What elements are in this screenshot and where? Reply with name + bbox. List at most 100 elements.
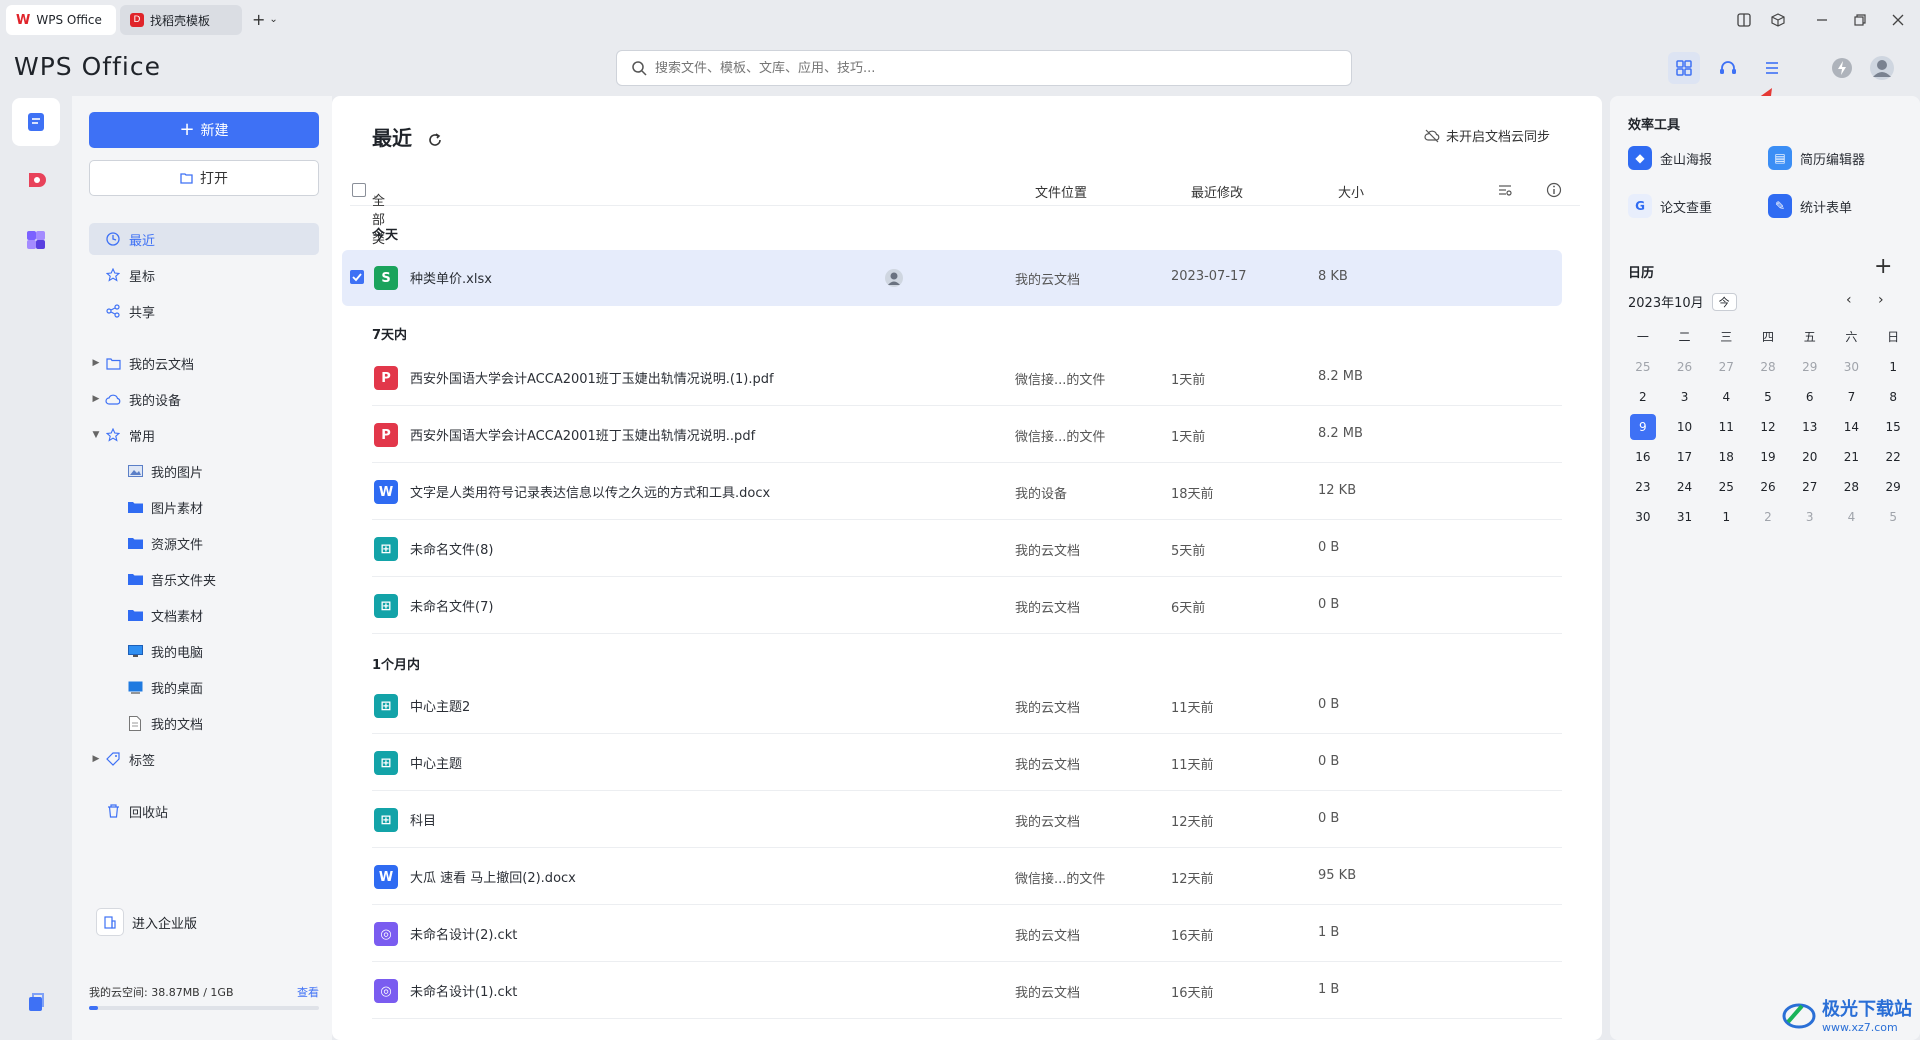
calendar-day[interactable]: 14: [1831, 412, 1873, 442]
calendar-day[interactable]: 17: [1664, 442, 1706, 472]
calendar-day[interactable]: 2: [1622, 382, 1664, 412]
tab-wps-office[interactable]: W WPS Office: [6, 5, 116, 35]
file-row[interactable]: W 文字是人类用符号记录表达信息以传之久远的方式和工具.docx 我的设备 18…: [342, 464, 1562, 520]
calendar-day[interactable]: 5: [1747, 382, 1789, 412]
calendar-day[interactable]: 29: [1789, 352, 1831, 382]
calendar-day[interactable]: 26: [1664, 352, 1706, 382]
file-row[interactable]: ⊞ 中心主题2 我的云文档 11天前 0 B: [342, 678, 1562, 734]
file-row[interactable]: P 西安外国语大学会计ACCA2001班丁玉婕出轨情况说明..pdf 微信接..…: [342, 407, 1562, 463]
rail-docer-button[interactable]: [12, 156, 60, 204]
column-location[interactable]: 文件位置: [1035, 182, 1087, 201]
rail-documents-button[interactable]: [12, 98, 60, 146]
nav-item-doc-assets[interactable]: 文档素材: [89, 599, 319, 631]
file-row[interactable]: ⊞ 中心主题 我的云文档 11天前 0 B: [342, 735, 1562, 791]
caret-right-icon[interactable]: ▶: [89, 394, 103, 404]
calendar-day[interactable]: 24: [1664, 472, 1706, 502]
calendar-day[interactable]: 7: [1831, 382, 1873, 412]
cube-icon[interactable]: [1768, 10, 1788, 30]
headset-button[interactable]: [1712, 52, 1744, 84]
nav-item-my-devices[interactable]: ▶ 我的设备: [89, 383, 319, 415]
nav-item-music-folder[interactable]: 音乐文件夹: [89, 563, 319, 595]
calendar-day[interactable]: 15: [1872, 412, 1914, 442]
file-row[interactable]: ◎ 未命名设计(2).ckt 我的云文档 16天前 1 B: [342, 906, 1562, 962]
nav-item-shared[interactable]: 共享: [89, 295, 319, 327]
nav-item-recent[interactable]: 最近: [89, 223, 319, 255]
calendar-day[interactable]: 25: [1705, 472, 1747, 502]
nav-item-resource-files[interactable]: 资源文件: [89, 527, 319, 559]
avatar[interactable]: [1866, 52, 1898, 84]
nav-item-my-pictures[interactable]: 我的图片: [89, 455, 319, 487]
tool-poster[interactable]: ◆ 金山海报: [1628, 146, 1712, 170]
nav-item-my-documents[interactable]: 我的文档: [89, 707, 319, 739]
menu-button[interactable]: [1756, 52, 1788, 84]
calendar-day[interactable]: 28: [1747, 352, 1789, 382]
chevron-left-icon[interactable]: ‹: [1846, 292, 1852, 308]
cloud-sync-status[interactable]: 未开启文档云同步: [1424, 126, 1550, 145]
file-row[interactable]: ⊞ 未命名文件(7) 我的云文档 6天前 0 B: [342, 578, 1562, 634]
file-row[interactable]: P 西安外国语大学会计ACCA2001班丁玉婕出轨情况说明.(1).pdf 微信…: [342, 350, 1562, 406]
calendar-day[interactable]: 3: [1789, 502, 1831, 532]
info-icon[interactable]: [1546, 182, 1562, 198]
calendar-day[interactable]: 30: [1831, 352, 1873, 382]
tool-stat-form[interactable]: ✎ 统计表单: [1768, 194, 1852, 218]
calendar-day[interactable]: 11: [1705, 412, 1747, 442]
add-event-icon[interactable]: +: [1874, 256, 1892, 278]
calendar-day[interactable]: 23: [1622, 472, 1664, 502]
caret-down-icon[interactable]: ▼: [89, 430, 103, 440]
calendar-day[interactable]: 1: [1705, 502, 1747, 532]
nav-item-image-assets[interactable]: 图片素材: [89, 491, 319, 523]
calendar-day[interactable]: 27: [1789, 472, 1831, 502]
restore-icon[interactable]: [1850, 10, 1870, 30]
calendar-day[interactable]: 9: [1629, 414, 1656, 440]
calendar-day[interactable]: 1: [1872, 352, 1914, 382]
tool-plagiarism-check[interactable]: G 论文查重: [1628, 194, 1712, 218]
calendar-day[interactable]: 10: [1664, 412, 1706, 442]
calendar-day[interactable]: 4: [1705, 382, 1747, 412]
enterprise-button[interactable]: 进入企业版: [96, 908, 197, 936]
calendar-day[interactable]: 6: [1789, 382, 1831, 412]
rail-bottom-button[interactable]: [12, 978, 60, 1026]
tool-resume[interactable]: ▤ 简历编辑器: [1768, 146, 1865, 170]
close-icon[interactable]: [1888, 10, 1908, 30]
calendar-day[interactable]: 31: [1664, 502, 1706, 532]
calendar-day[interactable]: 16: [1622, 442, 1664, 472]
nav-item-frequent[interactable]: ▼ 常用: [89, 419, 319, 451]
file-row[interactable]: S 种类单价.xlsx 我的云文档 2023-07-17 8 KB: [342, 250, 1562, 306]
calendar-day[interactable]: 30: [1622, 502, 1664, 532]
file-row[interactable]: ⊞ 科目 我的云文档 12天前 0 B: [342, 792, 1562, 848]
today-button[interactable]: 今: [1711, 292, 1737, 311]
file-row[interactable]: ◎ 未命名设计(1).ckt 我的云文档 16天前 1 B: [342, 963, 1562, 1019]
membership-button[interactable]: [1826, 52, 1858, 84]
calendar-day[interactable]: 4: [1831, 502, 1873, 532]
calendar-day[interactable]: 5: [1872, 502, 1914, 532]
calendar-day[interactable]: 28: [1831, 472, 1873, 502]
file-row[interactable]: W 大瓜 速看 马上撤回(2).docx 微信接...的文件 12天前 95 K…: [342, 849, 1562, 905]
grid-view-button[interactable]: [1668, 52, 1700, 84]
search-input[interactable]: [655, 60, 1351, 76]
caret-right-icon[interactable]: ▶: [89, 358, 103, 368]
chevron-right-icon[interactable]: ›: [1878, 292, 1884, 308]
sort-settings-icon[interactable]: [1498, 184, 1512, 196]
refresh-icon[interactable]: [427, 132, 443, 148]
calendar-day[interactable]: 27: [1705, 352, 1747, 382]
sidebar-toggle-icon[interactable]: [1734, 10, 1754, 30]
select-all-checkbox[interactable]: [352, 183, 366, 197]
calendar-day[interactable]: 2: [1747, 502, 1789, 532]
nav-item-my-computer[interactable]: 我的电脑: [89, 635, 319, 667]
file-row[interactable]: ⊞ 未命名文件(8) 我的云文档 5天前 0 B: [342, 521, 1562, 577]
tab-template[interactable]: D 找稻壳模板: [120, 5, 242, 35]
search-box[interactable]: [616, 50, 1352, 86]
calendar-day[interactable]: 13: [1789, 412, 1831, 442]
quota-view-link[interactable]: 查看: [297, 984, 319, 1000]
calendar-day[interactable]: 3: [1664, 382, 1706, 412]
nav-item-recycle-bin[interactable]: 回收站: [89, 795, 319, 827]
calendar-day[interactable]: 29: [1872, 472, 1914, 502]
calendar-day[interactable]: 25: [1622, 352, 1664, 382]
minimize-icon[interactable]: [1812, 10, 1832, 30]
new-button[interactable]: + 新建: [89, 112, 319, 148]
rail-apps-button[interactable]: [12, 216, 60, 264]
calendar-day[interactable]: 18: [1705, 442, 1747, 472]
caret-right-icon[interactable]: ▶: [89, 754, 103, 764]
calendar-day[interactable]: 21: [1831, 442, 1873, 472]
calendar-day[interactable]: 26: [1747, 472, 1789, 502]
